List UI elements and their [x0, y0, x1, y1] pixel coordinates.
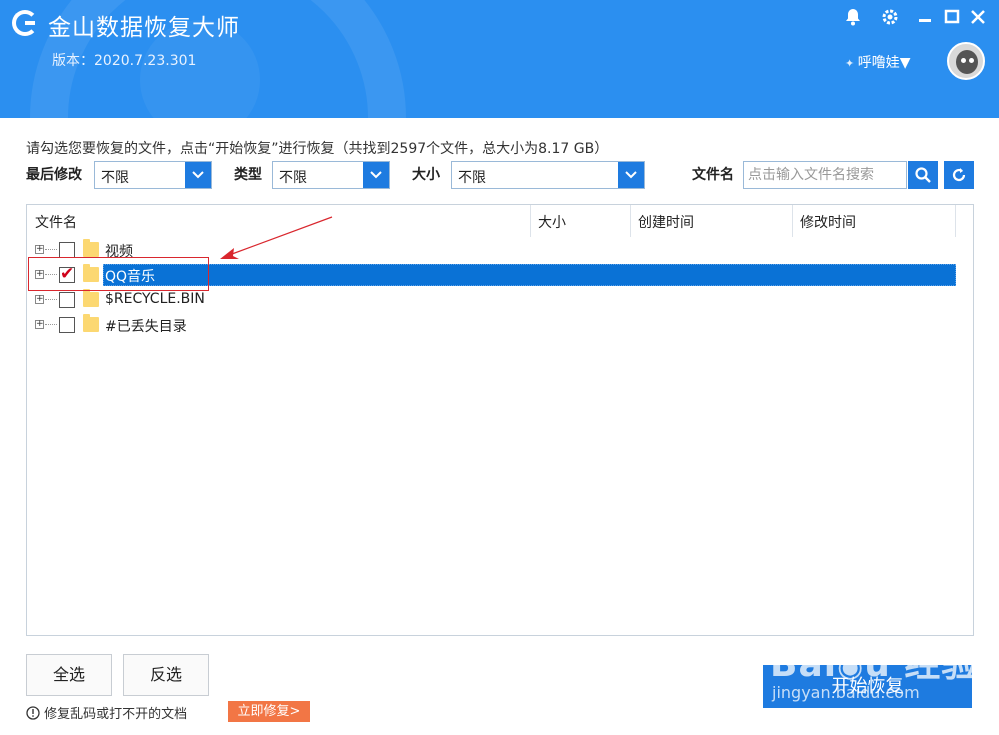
column-divider[interactable] — [530, 205, 531, 237]
table-header: 文件名 大小 创建时间 修改时间 — [27, 205, 973, 237]
folder-icon — [83, 289, 99, 307]
annotation-highlight-box — [28, 257, 209, 291]
column-header-size[interactable]: 大小 — [538, 212, 566, 232]
search-button[interactable] — [908, 161, 938, 189]
column-header-modified[interactable]: 修改时间 — [800, 212, 856, 232]
column-header-created[interactable]: 创建时间 — [638, 212, 694, 232]
refresh-icon — [952, 168, 966, 182]
search-icon — [915, 167, 931, 183]
app-title: 金山数据恢复大师 — [48, 15, 240, 41]
scan-summary: 请勾选您要恢复的文件，点击“开始恢复”进行恢复（共找到2597个文件，总大小为8… — [26, 141, 609, 157]
column-header-name[interactable]: 文件名 — [35, 212, 77, 232]
settings-gear-icon[interactable] — [879, 7, 901, 32]
row-checkbox[interactable] — [59, 292, 75, 308]
row-checkbox[interactable] — [59, 242, 75, 258]
avatar-eye-icon-2 — [969, 58, 974, 63]
expand-plus-icon[interactable]: + — [35, 295, 44, 304]
avatar-eye-icon — [961, 58, 966, 63]
row-checkbox[interactable] — [59, 317, 75, 333]
user-menu[interactable]: ✦ 呼噜娃▼ — [845, 52, 911, 72]
close-icon[interactable] — [967, 7, 989, 32]
filter-modified-select[interactable]: 不限 — [94, 161, 212, 189]
tree-connector — [45, 324, 57, 325]
chevron-down-icon[interactable] — [618, 162, 644, 188]
chevron-down-icon[interactable] — [363, 162, 389, 188]
chevron-down-icon[interactable] — [185, 162, 211, 188]
user-badge-icon: ✦ — [845, 57, 858, 70]
app-version: 版本：2020.7.23.301 — [52, 53, 197, 69]
filename-search-input[interactable] — [743, 161, 907, 189]
repair-now-button[interactable]: 立即修复> — [228, 701, 310, 722]
title-bar: 金山数据恢复大师 版本：2020.7.23.301 ✦ 呼噜娃▼ — [0, 0, 999, 118]
folder-icon — [83, 239, 99, 257]
table-row[interactable]: + $RECYCLE.BIN — [27, 288, 973, 312]
file-name: $RECYCLE.BIN — [105, 291, 205, 307]
table-row[interactable]: + #已丢失目录 — [27, 313, 973, 337]
filter-type-label: 类型 — [234, 167, 262, 183]
expand-plus-icon[interactable]: + — [35, 245, 44, 254]
tree-connector — [45, 299, 57, 300]
avatar-face-icon — [956, 50, 978, 74]
column-divider[interactable] — [792, 205, 793, 237]
folder-icon — [83, 314, 99, 332]
info-circle-icon — [26, 706, 40, 720]
start-recovery-button[interactable]: 开始恢复 — [763, 665, 972, 708]
repair-notice: 修复乱码或打不开的文档 — [26, 703, 187, 722]
column-divider[interactable] — [630, 205, 631, 237]
filter-size-select[interactable]: 不限 — [451, 161, 645, 189]
column-divider[interactable] — [955, 205, 956, 237]
row-selection-highlight — [103, 264, 956, 286]
repair-notice-text: 修复乱码或打不开的文档 — [44, 707, 188, 722]
avatar[interactable] — [947, 42, 985, 80]
filter-type-select[interactable]: 不限 — [272, 161, 390, 189]
invert-selection-button[interactable]: 反选 — [123, 654, 209, 696]
maximize-icon[interactable] — [941, 7, 963, 32]
notification-bell-icon[interactable] — [842, 7, 864, 32]
filter-modified-label: 最后修改 — [26, 167, 82, 183]
filter-size-value: 不限 — [458, 170, 486, 186]
app-logo-icon — [12, 10, 38, 36]
filter-modified-value: 不限 — [101, 170, 129, 186]
filter-size-label: 大小 — [412, 167, 440, 183]
expand-plus-icon[interactable]: + — [35, 320, 44, 329]
select-all-button[interactable]: 全选 — [26, 654, 112, 696]
file-name: #已丢失目录 — [105, 319, 187, 335]
minimize-icon[interactable] — [914, 7, 936, 32]
user-name: 呼噜娃▼ — [857, 55, 911, 71]
filter-filename-label: 文件名 — [692, 167, 734, 183]
refresh-button[interactable] — [944, 161, 974, 189]
tree-connector — [45, 249, 57, 250]
filter-type-value: 不限 — [279, 170, 307, 186]
